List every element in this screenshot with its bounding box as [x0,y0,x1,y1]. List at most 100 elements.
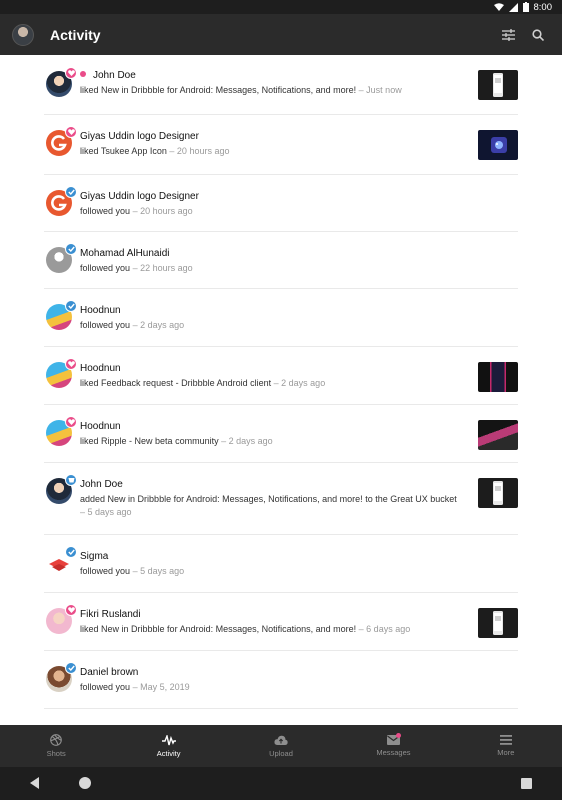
user-avatar[interactable] [46,358,77,388]
activity-description: followed you – 2 days ago [80,319,464,332]
actor-name[interactable]: Hoodnun [80,421,121,432]
wifi-icon [493,2,504,11]
activity-list[interactable]: John Doe liked New in Dribbble for Androi… [0,55,562,725]
activity-row[interactable]: Mohamad AlHunaidi followed you – 22 hours… [44,232,518,289]
activity-description: liked Ripple - New beta community – 2 da… [80,435,464,448]
activity-time: – 20 hours ago [132,206,193,216]
activity-description: followed you – 5 days ago [80,565,464,578]
actor-name[interactable]: Giyas Uddin logo Designer [80,131,199,142]
user-avatar[interactable] [46,416,77,446]
actor-name-line: Giyas Uddin logo Designer [80,130,464,143]
nav-messages-label: Messages [376,748,411,757]
signal-icon [508,2,518,12]
system-nav-bar [0,767,562,800]
user-avatar[interactable] [46,126,77,156]
shot-thumbnail[interactable] [478,130,518,160]
activity-time: – 22 hours ago [132,263,193,273]
activity-description: liked New in Dribbble for Android: Messa… [80,623,464,636]
nav-activity[interactable]: Activity [112,725,224,767]
activity-time: – 6 days ago [358,624,411,634]
activity-row[interactable]: Hoodnun liked Ripple - New beta community… [44,405,518,463]
nav-upload-label: Upload [269,748,293,758]
activity-subject[interactable]: Ripple - New beta community [101,436,219,446]
actor-name[interactable]: Sigma [80,551,108,562]
search-button[interactable] [526,23,550,47]
activity-action: liked [80,85,99,95]
activity-action: liked [80,436,99,446]
activity-action: followed you [80,682,131,692]
activity-action: liked [80,146,99,156]
filter-button[interactable] [496,23,520,47]
shot-thumbnail[interactable] [478,608,518,638]
home-icon[interactable] [79,777,91,789]
actor-name[interactable]: Giyas Uddin logo Designer [80,191,199,202]
activity-text: Mohamad AlHunaidi followed you – 22 hours… [80,247,464,275]
activity-action: liked [80,378,99,388]
activity-row[interactable]: Hoodnun followed you – 2 days ago [44,289,518,347]
user-avatar[interactable] [46,243,77,273]
shot-thumbnail[interactable] [478,362,518,392]
activity-row[interactable]: Giyas Uddin logo Designer followed you – … [44,175,518,232]
battery-icon [522,2,529,12]
activity-row[interactable]: John Doe added New in Dribbble for Androi… [44,463,518,535]
activity-text: Hoodnun liked Ripple - New beta community… [80,420,464,448]
user-avatar[interactable] [46,186,77,216]
user-avatar[interactable] [46,474,77,504]
activity-description: liked Tsukee App Icon – 20 hours ago [80,145,464,158]
activity-action: followed you [80,263,131,273]
activity-description: followed you – 22 hours ago [80,262,464,275]
recent-apps-icon[interactable] [521,778,532,789]
activity-subject[interactable]: Feedback request - Dribbble Android clie… [101,378,271,388]
activity-time: – 20 hours ago [169,146,230,156]
activity-subject[interactable]: New in Dribbble for Android: Messages, N… [108,494,363,504]
activity-description: liked Feedback request - Dribbble Androi… [80,377,464,390]
activity-row[interactable]: Giyas Uddin logo Designer liked Tsukee Ap… [44,115,518,175]
shot-thumbnail[interactable] [478,478,518,508]
app-bar: Activity [0,14,562,55]
activity-row[interactable]: Daniel brown followed you – May 5, 2019 [44,651,518,709]
activity-time: – May 5, 2019 [132,682,190,692]
heart-icon [65,126,77,138]
activity-subject[interactable]: New in Dribbble for Android: Messages, N… [101,85,356,95]
activity-time: – 2 days ago [221,436,273,446]
heart-icon [65,416,77,428]
actor-name[interactable]: Fikri Ruslandi [80,609,141,620]
actor-name-line: Hoodnun [80,362,464,375]
actor-name[interactable]: Daniel brown [80,667,138,678]
back-icon[interactable] [30,777,40,789]
check-icon [65,546,77,558]
activity-row[interactable]: Hoodnun liked Feedback request - Dribbble… [44,347,518,405]
shot-thumbnail[interactable] [478,420,518,450]
nav-upload[interactable]: Upload [225,725,337,767]
actor-name[interactable]: John Doe [93,70,136,81]
user-avatar[interactable] [46,300,77,330]
nav-more[interactable]: More [450,725,562,767]
activity-action: followed you [80,320,131,330]
nav-messages[interactable]: Messages [337,725,449,767]
activity-time: – Just now [358,85,402,95]
user-avatar[interactable] [46,546,77,576]
activity-subject[interactable]: Tsukee App Icon [101,146,167,156]
activity-row[interactable]: Fikri Ruslandi liked New in Dribbble for … [44,593,518,651]
user-avatar[interactable] [46,67,77,97]
actor-name-line: John Doe [80,478,464,491]
profile-avatar[interactable] [12,23,34,46]
nav-shots[interactable]: Shots [0,725,112,767]
actor-name[interactable]: John Doe [80,479,123,490]
user-avatar[interactable] [46,604,77,634]
dribbble-icon [50,734,63,746]
page-title: Activity [50,26,101,43]
actor-name[interactable]: Hoodnun [80,305,121,316]
actor-name[interactable]: Hoodnun [80,363,121,374]
actor-name[interactable]: Mohamad AlHunaidi [80,248,170,259]
activity-text: John Doe liked New in Dribbble for Androi… [80,69,464,97]
user-avatar[interactable] [46,662,77,692]
activity-row[interactable]: Sigma followed you – 5 days ago [44,535,518,593]
heart-icon [65,358,77,370]
shot-thumbnail[interactable] [478,70,518,100]
actor-name-line: Fikri Ruslandi [80,608,464,621]
actor-name-line: Mohamad AlHunaidi [80,247,464,260]
activity-suffix: to the Great UX bucket [365,494,457,504]
activity-subject[interactable]: New in Dribbble for Android: Messages, N… [101,624,356,634]
activity-row[interactable]: John Doe liked New in Dribbble for Androi… [44,55,518,115]
